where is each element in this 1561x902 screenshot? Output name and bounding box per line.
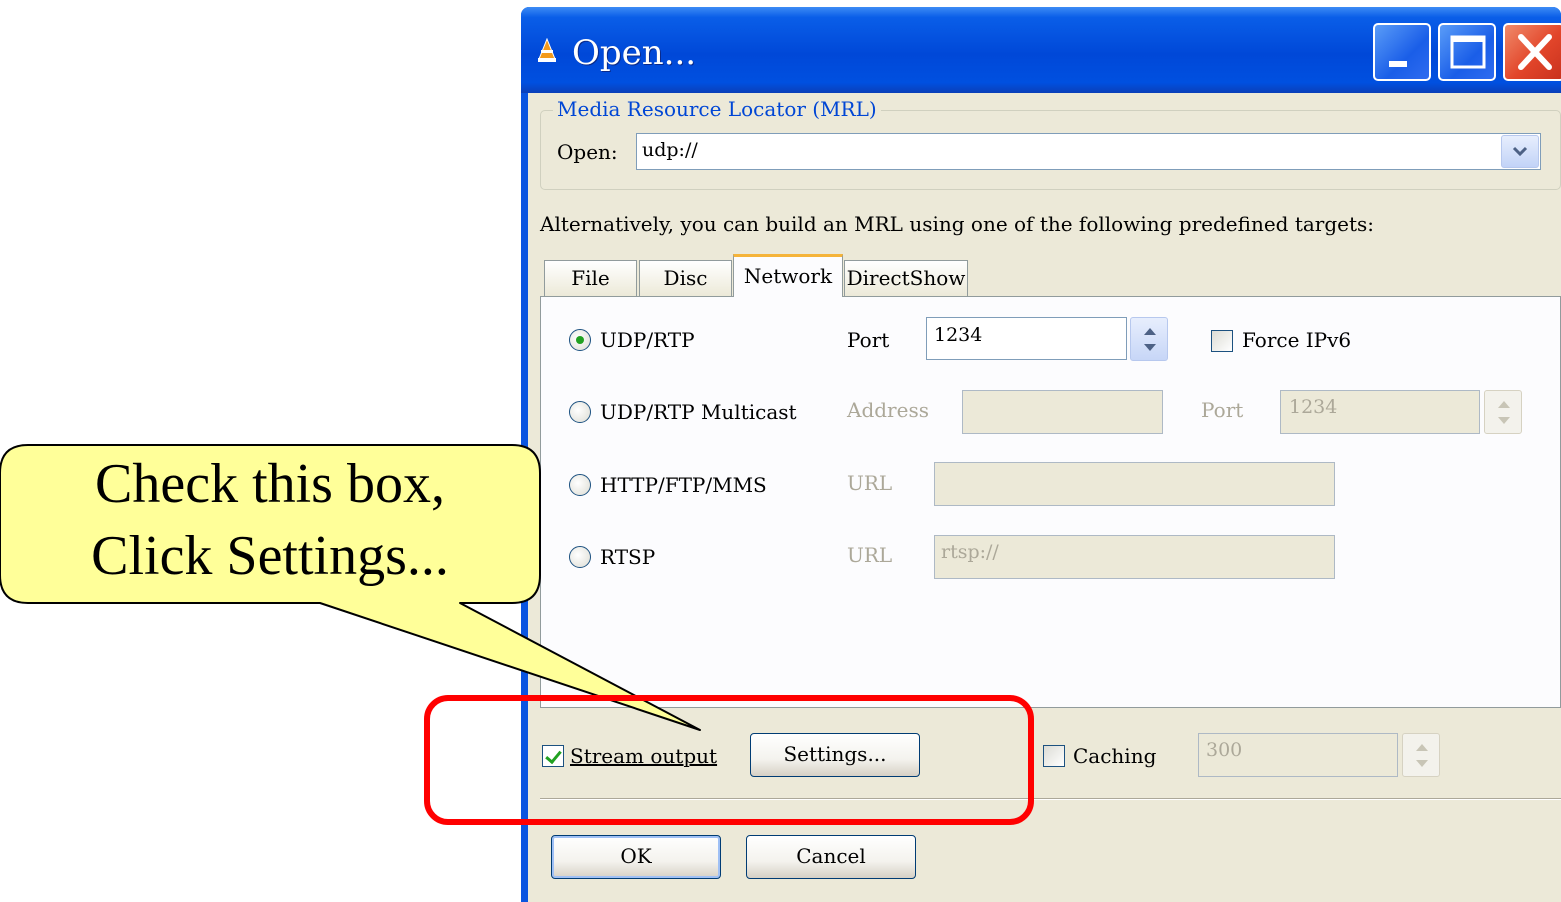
callout-line-2: Click Settings... (91, 525, 449, 587)
callout-text: Check this box, Click Settings... (20, 448, 520, 592)
callout-line-1: Check this box, (95, 453, 445, 515)
highlight-box (424, 695, 1034, 825)
